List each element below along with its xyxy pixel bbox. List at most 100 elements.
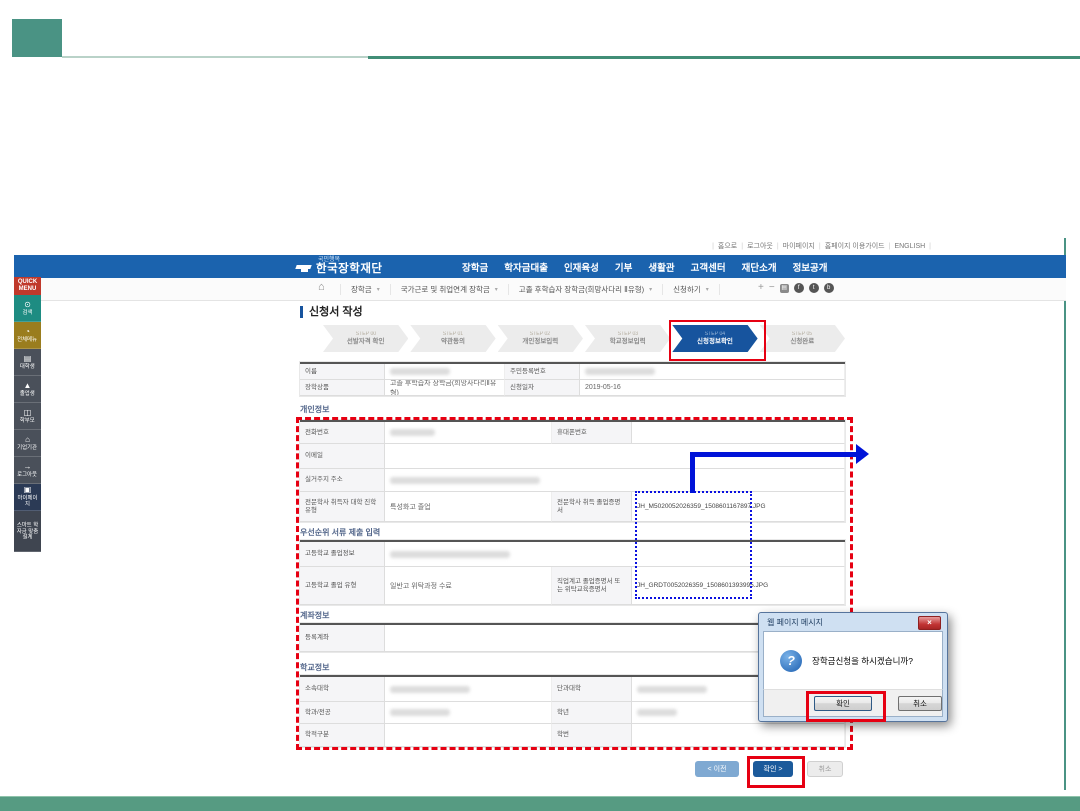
step-신청완료: STEP 05신청완료 — [760, 325, 845, 352]
graduation-cap-icon: ▲ — [24, 382, 32, 390]
field-label: 학번 — [552, 724, 632, 747]
utility-link[interactable]: ENGLISH — [894, 243, 925, 250]
step-선발자격 확인: STEP 00선발자격 확인 — [323, 325, 408, 352]
slide-accent-square — [12, 19, 62, 57]
utility-bar: |홈으로|로그아웃|마이페이지|홈페이지 이용가이드|ENGLISH| — [540, 241, 935, 251]
separator: | — [741, 243, 743, 250]
slide-right-edge-line — [1064, 238, 1066, 790]
field-value: JH_GRDT0052026359_1508601393995.JPG — [632, 567, 845, 605]
logo-tagline: 국민행복 — [318, 257, 340, 263]
dialog-button-strip: 확인 취소 — [763, 689, 943, 717]
blog-icon[interactable]: b — [824, 283, 834, 293]
close-icon[interactable]: × — [918, 616, 941, 630]
personal-info-table: 전화번호휴대폰번호이메일실거주지 주소전문학사 취득자 대학 진학 유형특성화고… — [300, 420, 845, 522]
quick-menu-item[interactable]: ◔전체메뉴 — [14, 322, 41, 349]
lock-icon: ▣ — [24, 486, 32, 494]
quick-menu: QUICK MENU⊙검색◔전체메뉴▤대학생▲졸업생◫학부모⌂기업기관→로그아웃… — [14, 277, 41, 552]
chevron-down-icon: ▾ — [377, 286, 380, 293]
quick-menu-item[interactable]: ⊙검색 — [14, 295, 41, 322]
redacted-value — [390, 551, 510, 558]
slide-divider-line-dark — [368, 56, 1080, 59]
dialog-cancel-button[interactable]: 취소 — [898, 696, 942, 711]
dialog-title: 웹 페이지 메시지 — [763, 613, 943, 631]
people-icon: ◫ — [24, 409, 32, 417]
field-label: 신청일자 — [505, 380, 580, 396]
field-label: 전문학사 취득 졸업증명서 — [552, 492, 632, 522]
field-label: 직업계고 졸업증명서 또는 위탁교육증명서 — [552, 567, 632, 605]
cancel-button[interactable]: 취소 — [807, 761, 843, 777]
quick-menu-item[interactable]: 스마트 학자금 맞춤설계 — [14, 511, 41, 552]
nav-item[interactable]: 고객센터 — [691, 260, 726, 274]
field-label: 고등학교 졸업정보 — [300, 542, 385, 567]
print-icon[interactable]: ▤ — [780, 284, 789, 293]
twitter-icon[interactable]: t — [809, 283, 819, 293]
step-label: 개인정보입력 — [522, 338, 558, 346]
page-title: 신청서 작성 — [300, 306, 363, 318]
quick-menu-item-label: 학부모 — [20, 418, 35, 424]
field-value — [580, 364, 845, 380]
utility-link[interactable]: 마이페이지 — [783, 243, 815, 250]
quick-menu-item[interactable]: ▤대학생 — [14, 349, 41, 376]
graduation-cap-logo-icon — [296, 262, 311, 272]
confirm-button[interactable]: 확인 > — [753, 761, 793, 777]
dialog-body: ? 장학금신청을 하시겠습니까? — [763, 631, 943, 689]
step-label: 신청완료 — [790, 338, 814, 346]
nav-item[interactable]: 재단소개 — [742, 260, 777, 274]
dialog-message: 장학금신청을 하시겠습니까? — [812, 655, 913, 667]
utility-link[interactable]: 홈페이지 이용가이드 — [825, 243, 885, 250]
step-label: 약관동의 — [441, 338, 465, 346]
step-number: STEP 00 — [355, 332, 375, 338]
quick-menu-item[interactable]: ⌂기업기관 — [14, 430, 41, 457]
home-icon[interactable]: ⌂ — [318, 282, 325, 293]
nav-item[interactable]: 장학금 — [462, 260, 488, 274]
facebook-icon[interactable]: f — [794, 283, 804, 293]
dialog-ok-button[interactable]: 확인 — [814, 696, 872, 711]
field-label: 휴대폰번호 — [552, 422, 632, 444]
field-value: 고졸 후학습자 장학금(희망사다리Ⅱ유형) — [385, 380, 505, 396]
section-title-personal: 개인정보 — [300, 404, 329, 415]
applicant-summary-table: 이름주민등록번호장학상품고졸 후학습자 장학금(희망사다리Ⅱ유형)신청일자201… — [300, 362, 845, 396]
book-icon: ▤ — [24, 355, 32, 363]
breadcrumb-item-label: 국가근로 및 취업연계 장학금 — [401, 284, 490, 295]
redacted-value — [390, 429, 435, 436]
redacted-value — [390, 477, 540, 484]
quick-menu-item[interactable]: ▣마이페이지 — [14, 484, 41, 511]
blue-arrow-horizontal — [690, 452, 858, 457]
quick-menu-item-label: 졸업생 — [20, 391, 35, 397]
field-value — [385, 422, 552, 444]
question-icon: ? — [780, 650, 802, 672]
field-value — [385, 364, 505, 380]
quick-menu-item[interactable]: ◫학부모 — [14, 403, 41, 430]
quick-menu-item[interactable]: ▲졸업생 — [14, 376, 41, 403]
field-label: 학년 — [552, 702, 632, 724]
breadcrumb-item[interactable]: 신청하기▾ — [663, 284, 720, 295]
nav-item[interactable]: 인재육성 — [564, 260, 599, 274]
utility-link[interactable]: 로그아웃 — [747, 243, 773, 250]
blue-arrow-vertical — [690, 452, 695, 493]
field-value: 일반고 위탁과정 수료 — [385, 567, 552, 605]
prev-button[interactable]: < 이전 — [695, 761, 739, 777]
separator: | — [889, 243, 891, 250]
zoom-out-icon[interactable]: − — [769, 283, 775, 293]
nav-item[interactable]: 정보공개 — [793, 260, 828, 274]
field-value — [385, 702, 552, 724]
utility-link[interactable]: 홈으로 — [718, 243, 737, 250]
search-icon: ⊙ — [24, 301, 31, 309]
separator: | — [777, 243, 779, 250]
step-label: 선발자격 확인 — [347, 338, 385, 346]
nav-item[interactable]: 학자금대출 — [504, 260, 548, 274]
quick-menu-item[interactable]: →로그아웃 — [14, 457, 41, 484]
kosaf-logo[interactable]: 국민행복 한국장학재단 — [296, 255, 382, 278]
breadcrumb-item[interactable]: 고졸 후학습자 장학금(희망사다리 Ⅱ유형)▾ — [509, 284, 663, 295]
redacted-value — [390, 709, 450, 716]
breadcrumb-item[interactable]: 국가근로 및 취업연계 장학금▾ — [391, 284, 509, 295]
breadcrumb-item[interactable]: 장학금▾ — [340, 284, 391, 295]
section-title-school: 학교정보 — [300, 662, 329, 673]
field-value: JH_M5020052026359_1508601167897.JPG — [632, 492, 845, 522]
zoom-in-icon[interactable]: + — [758, 283, 764, 293]
nav-item[interactable]: 생활관 — [648, 260, 674, 274]
step-학교정보입력: STEP 03학교정보입력 — [585, 325, 670, 352]
nav-item[interactable]: 기부 — [615, 260, 632, 274]
step-number: STEP 01 — [443, 332, 463, 338]
step-highlight-annotation — [669, 320, 766, 361]
